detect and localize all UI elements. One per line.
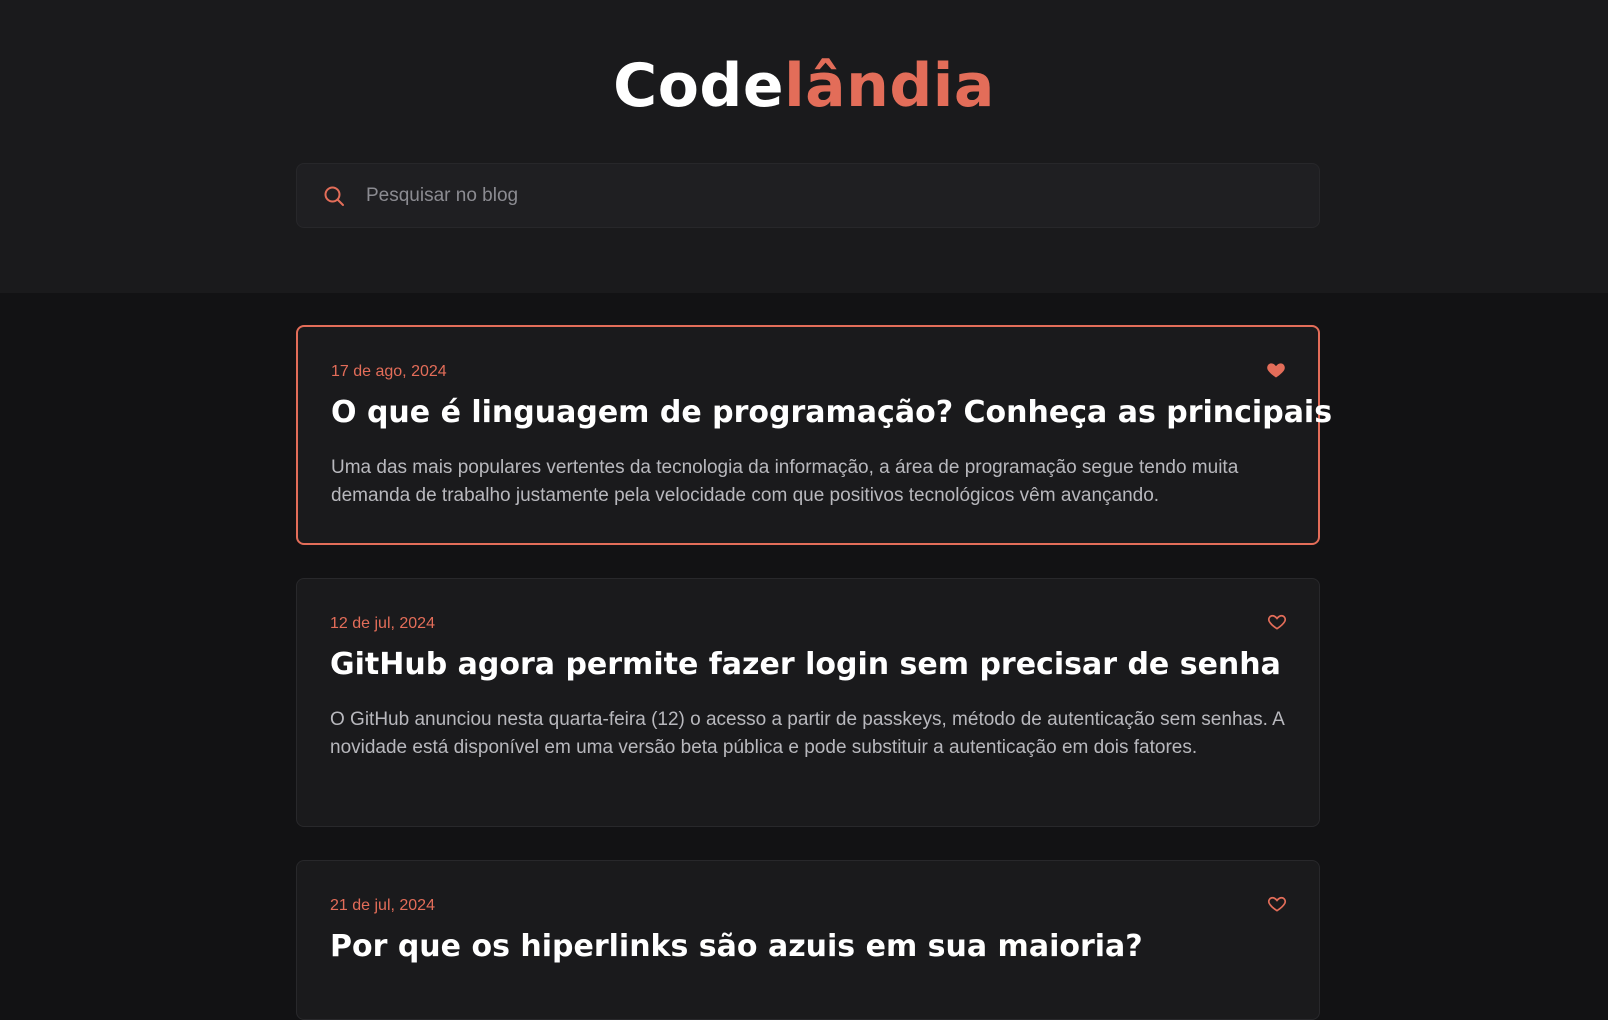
post-description: Uma das mais populares vertentes da tecn… bbox=[331, 457, 1239, 506]
blog-header: Codelândia bbox=[0, 0, 1608, 293]
post-title[interactable]: O que é linguagem de programação? Conheç… bbox=[331, 395, 1332, 430]
search-icon bbox=[322, 184, 346, 208]
search-input[interactable] bbox=[366, 164, 1286, 227]
post-date: 12 de jul, 2024 bbox=[330, 615, 435, 632]
post-card[interactable]: 17 de ago, 2024 O que é linguagem de pro… bbox=[296, 325, 1332, 545]
heart-filled-icon[interactable] bbox=[1266, 360, 1286, 380]
post-date: 17 de ago, 2024 bbox=[331, 363, 447, 380]
site-logo[interactable]: Codelândia bbox=[0, 50, 1608, 122]
post-date: 21 de jul, 2024 bbox=[330, 897, 435, 914]
search-box bbox=[296, 163, 1320, 228]
post-title[interactable]: GitHub agora permite fazer login sem pre… bbox=[330, 647, 1290, 682]
heart-outline-icon[interactable] bbox=[1267, 894, 1287, 914]
logo-part-landia: lândia bbox=[784, 51, 995, 121]
post-card[interactable]: 21 de jul, 2024 Por que os hiperlinks sã… bbox=[296, 860, 1320, 1020]
post-title[interactable]: Por que os hiperlinks são azuis em sua m… bbox=[330, 929, 1290, 964]
logo-part-code: Code bbox=[613, 51, 785, 121]
post-description: O GitHub anunciou nesta quarta-feira (12… bbox=[330, 709, 1284, 758]
post-card[interactable]: 12 de jul, 2024 GitHub agora permite faz… bbox=[296, 578, 1320, 827]
heart-outline-icon[interactable] bbox=[1267, 612, 1287, 632]
